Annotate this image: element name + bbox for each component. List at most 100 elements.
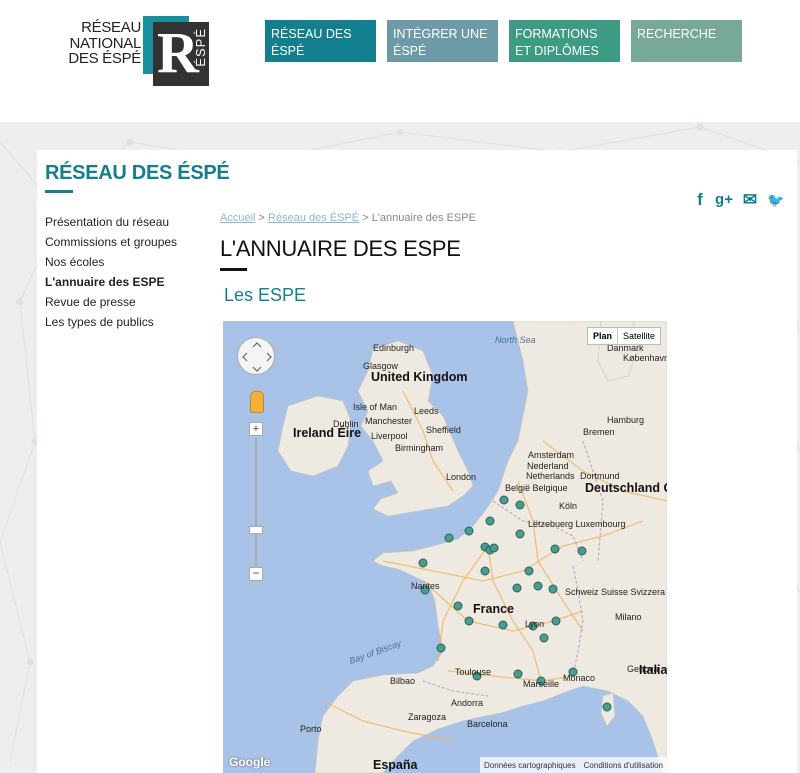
zoom-slider-track[interactable] — [255, 438, 257, 566]
breadcrumb-parent[interactable]: Réseau des ÉSPÉ — [268, 212, 359, 224]
map-label-amsterdam: Amsterdam — [528, 450, 575, 460]
breadcrumb-separator: > — [255, 212, 269, 224]
map-marker — [480, 566, 490, 576]
street-view-pegman-icon[interactable] — [250, 391, 264, 413]
map-label-zaragoza: Zaragoza — [408, 712, 447, 722]
google-logo[interactable]: Google — [229, 755, 270, 769]
sidebar-item-presse[interactable]: Revue de presse — [45, 292, 215, 312]
map-data-link[interactable]: Données cartographiques — [480, 761, 580, 770]
sidebar-item-commissions[interactable]: Commissions et groupes — [45, 232, 215, 252]
map-marker — [444, 533, 454, 543]
map-label-netherlands: Netherlands — [526, 471, 575, 481]
breadcrumb-current: L'annuaire des ESPE — [371, 212, 476, 224]
content-panel: RÉSEAU DES ÉSPÉ f g+ ✉ 🐦 Présentation du… — [37, 150, 797, 773]
map-label-north-sea: North Sea — [495, 335, 536, 345]
map-label-marseille: Marseille — [523, 679, 560, 689]
map-footer: Données cartographiques Conditions d'uti… — [480, 757, 667, 773]
map-label-germany: Deutschland Germany — [585, 481, 667, 495]
pan-control[interactable] — [237, 337, 275, 375]
zoom-slider-handle[interactable] — [249, 526, 263, 534]
map-label-london: London — [446, 472, 477, 482]
zoom-in-button[interactable]: + — [249, 422, 263, 436]
site-header: RÉSEAU NATIONAL DES ÉSPÉ R ÉSPÉ RÉSEAU D… — [0, 0, 800, 122]
map-label-belgie: België Belgique — [505, 483, 568, 493]
nav-integrer[interactable]: INTÉGRER UNE ÉSPÉ — [387, 20, 498, 62]
sidebar-item-annuaire[interactable]: L'annuaire des ESPE — [45, 272, 215, 292]
share-bar: f g+ ✉ 🐦 — [689, 190, 789, 212]
map-label-toulouse: Toulouse — [455, 667, 492, 677]
map-marker — [498, 620, 508, 630]
map-marker — [489, 543, 499, 553]
logo-text: RÉSEAU NATIONAL DES ÉSPÉ — [68, 19, 141, 67]
map-label-andorra: Andorra — [451, 698, 484, 708]
map-label-edinburgh: Edinburgh — [373, 343, 415, 353]
map-label-monaco: Monaco — [563, 673, 596, 683]
map-label-uk: United Kingdom — [371, 370, 468, 384]
side-nav: Présentation du réseau Commissions et gr… — [45, 212, 215, 332]
pan-arrows-icon — [242, 342, 272, 372]
espe-map[interactable]: North Sea Edinburgh Glasgow United Kingd… — [223, 321, 667, 773]
section-underline — [45, 190, 73, 193]
map-marker — [602, 702, 612, 712]
map-label-barcelona: Barcelona — [467, 719, 508, 729]
map-label-nederland: Nederland — [527, 461, 569, 471]
sidebar-item-ecoles[interactable]: Nos écoles — [45, 252, 215, 272]
map-marker — [513, 669, 523, 679]
map-label-espana: España — [373, 758, 418, 772]
map-canvas — [277, 321, 667, 773]
map-marker — [577, 546, 587, 556]
breadcrumb-home[interactable]: Accueil — [220, 212, 255, 224]
map-type-plan[interactable]: Plan — [588, 328, 618, 344]
map-label-isle-of-man: Isle of Man — [353, 402, 398, 412]
map-label-hamburg: Hamburg — [607, 415, 645, 425]
section-title: RÉSEAU DES ÉSPÉ — [45, 162, 230, 184]
facebook-icon[interactable]: f — [689, 190, 711, 212]
map-label-lyon: Lyon — [525, 619, 545, 629]
map-marker — [499, 495, 509, 505]
map-marker — [548, 584, 558, 594]
sidebar-item-presentation[interactable]: Présentation du réseau — [45, 212, 215, 232]
map-label-liverpool: Liverpool — [371, 431, 408, 441]
map-label-manchester: Manchester — [365, 416, 413, 426]
map-type-satellite[interactable]: Satellite — [618, 328, 660, 344]
map-marker — [512, 583, 522, 593]
map-label-milano: Milano — [615, 612, 642, 622]
breadcrumb: Accueil > Réseau des ÉSPÉ > L'annuaire d… — [220, 212, 476, 224]
google-plus-icon[interactable]: g+ — [713, 190, 735, 212]
breadcrumb-separator: > — [359, 212, 372, 224]
map-marker — [436, 643, 446, 653]
map-marker — [515, 529, 525, 539]
map-label-birmingham: Birmingham — [395, 443, 444, 453]
map-label-dortmund: Dortmund — [580, 471, 620, 481]
twitter-icon[interactable]: 🐦 — [765, 190, 787, 212]
map-label-italy: Italia Italy — [639, 663, 667, 677]
map-label-porto: Porto — [300, 724, 322, 734]
map-marker — [524, 566, 534, 576]
map-label-bremen: Bremen — [583, 427, 615, 437]
page-title: L'ANNUAIRE DES ESPE — [220, 236, 461, 261]
sidebar-item-publics[interactable]: Les types de publics — [45, 312, 215, 332]
map-label-sheffield: Sheffield — [426, 425, 461, 435]
map-marker — [515, 500, 525, 510]
site-logo[interactable]: RÉSEAU NATIONAL DES ÉSPÉ R ÉSPÉ — [56, 14, 226, 86]
map-label-bilbao: Bilbao — [390, 676, 416, 686]
map-label-leeds: Leeds — [414, 406, 439, 416]
map-marker — [464, 616, 474, 626]
map-label-koln: Köln — [559, 501, 578, 511]
nav-formations[interactable]: FORMATIONS ET DIPLÔMES — [509, 20, 620, 62]
nav-recherche[interactable]: RECHERCHE — [631, 20, 742, 62]
map-marker — [551, 616, 561, 626]
map-marker — [464, 526, 474, 536]
map-type-control: Plan Satellite — [586, 327, 661, 345]
email-icon[interactable]: ✉ — [739, 190, 761, 212]
map-label-luxembourg: Lëtzebuerg Luxembourg — [528, 519, 626, 529]
map-terms-link[interactable]: Conditions d'utilisation — [580, 761, 667, 770]
title-underline — [220, 268, 247, 271]
map-label-france: France — [473, 602, 514, 616]
zoom-out-button[interactable]: − — [249, 567, 263, 581]
map-marker — [533, 581, 543, 591]
map-label-switzerland: Schweiz Suisse Svizzera Switzerland — [565, 587, 667, 597]
map-label-nantes: Nantes — [411, 581, 440, 591]
nav-reseau[interactable]: RÉSEAU DES ÉSPÉ — [265, 20, 376, 62]
map-marker — [539, 633, 549, 643]
